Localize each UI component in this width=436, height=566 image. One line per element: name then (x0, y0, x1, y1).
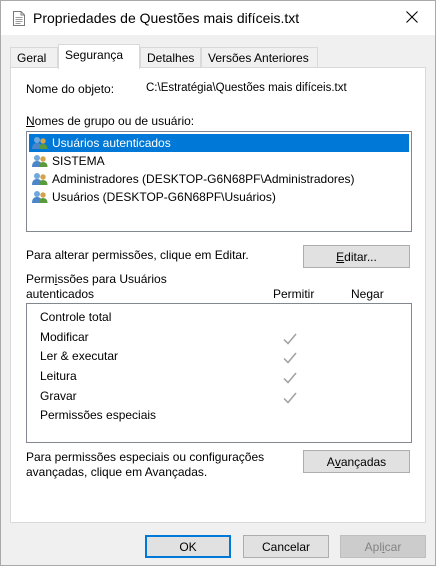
permission-label: Gravar (40, 389, 77, 403)
list-item-label: Administradores (DESKTOP-G6N68PF\Adminis… (52, 172, 355, 186)
list-item[interactable]: SISTEMA (29, 152, 105, 170)
check-icon (283, 372, 297, 384)
users-icon (32, 136, 48, 150)
title-bar[interactable]: Propriedades de Questões mais difíceis.t… (1, 1, 435, 35)
object-name-value: C:\Estratégia\Questões mais difíceis.txt (146, 82, 347, 94)
document-icon (13, 11, 25, 26)
list-item-label: Usuários autenticados (52, 136, 171, 150)
check-icon (283, 352, 297, 364)
apply-button[interactable]: Apl i car (340, 535, 426, 558)
list-item[interactable]: Usuários (DESKTOP-G6N68PF\Usuários) (29, 188, 276, 206)
list-item-label: SISTEMA (52, 154, 105, 168)
properties-dialog: Propriedades de Questões mais difíceis.t… (0, 0, 436, 566)
list-item-label: Usuários (DESKTOP-G6N68PF\Usuários) (52, 190, 276, 204)
users-icon (32, 172, 48, 186)
users-icon (32, 190, 48, 204)
advanced-button[interactable]: Av ançadas (303, 450, 410, 473)
permission-label: Ler & executar (40, 349, 119, 363)
edit-button[interactable]: Editar... (303, 245, 410, 268)
permission-label: Leitura (40, 369, 77, 383)
ok-button[interactable]: OK (145, 535, 231, 558)
advanced-hint: Para permissões especiais ou configuraçõ… (26, 450, 265, 464)
tab-geral[interactable]: Geral (10, 47, 58, 68)
permission-label: Permissões especiais (40, 408, 157, 422)
allow-column-header: Permitir (273, 287, 315, 301)
tab-detalhes[interactable]: Detalhes (140, 47, 201, 68)
list-item[interactable]: Usuários autenticados (29, 134, 409, 152)
tab-seguranca[interactable]: Segurança (58, 44, 140, 69)
permission-label: Modificar (40, 330, 89, 344)
edit-hint: Para alterar permissões, clique em Edita… (26, 248, 249, 262)
close-icon (406, 10, 418, 26)
close-button[interactable] (389, 1, 435, 35)
advanced-hint-line2: avançadas, clique em Avançadas. (26, 465, 208, 479)
check-icon (283, 333, 297, 345)
check-icon (283, 392, 297, 404)
permissions-title-line2: autenticados (26, 287, 95, 301)
group-user-list[interactable]: Usuários autenticados SISTEMA Administra… (26, 131, 412, 232)
object-name-label: Nome do objeto: (26, 82, 115, 96)
permissions-title: Permissões para Usuários (26, 272, 167, 286)
groups-label: Nomes de grupo ou de usuário: (26, 114, 195, 128)
deny-column-header: Negar (351, 287, 384, 301)
list-item[interactable]: Administradores (DESKTOP-G6N68PF\Adminis… (29, 170, 355, 188)
cancel-button[interactable]: Cancelar (243, 535, 329, 558)
users-icon (32, 154, 48, 168)
window-title: Propriedades de Questões mais difíceis.t… (33, 10, 300, 26)
permission-label: Controle total (40, 310, 112, 324)
tab-versoes-anteriores[interactable]: Versões Anteriores (201, 47, 318, 68)
permissions-list[interactable]: Controle total Modificar Ler & executar … (26, 303, 412, 443)
